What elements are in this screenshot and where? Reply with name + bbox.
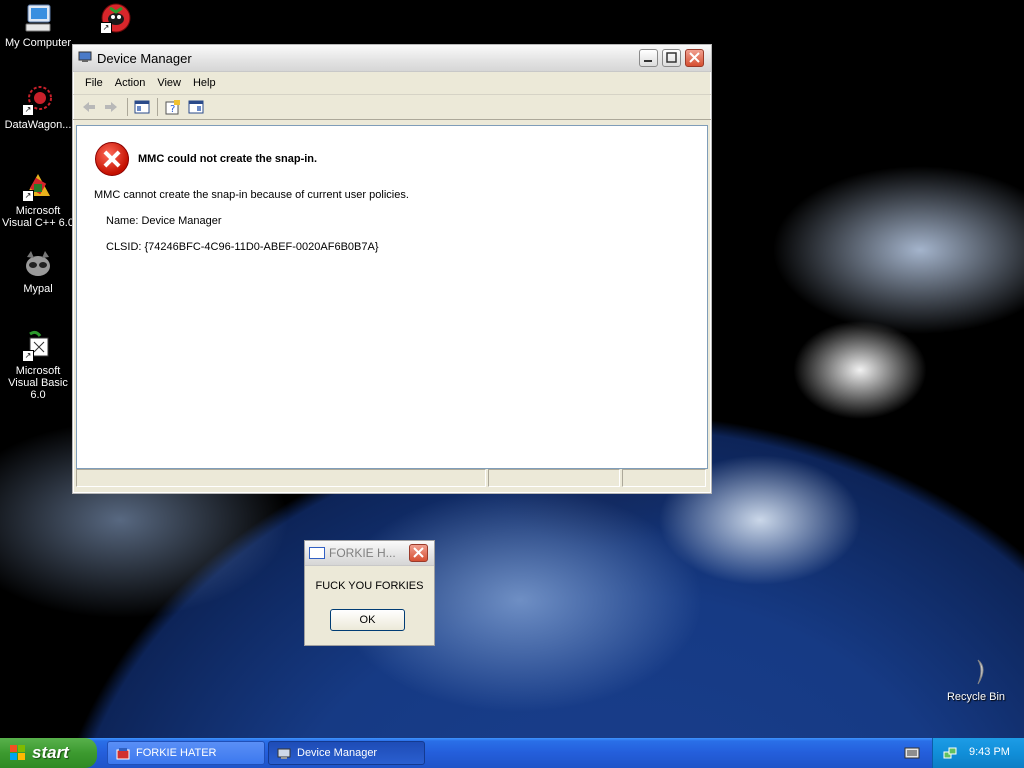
shortcut-arrow-icon: ↗ xyxy=(22,190,34,202)
title-bar[interactable]: Device Manager xyxy=(73,45,711,72)
clock[interactable]: 9:43 PM xyxy=(969,746,1010,758)
shortcut-arrow-icon: ↗ xyxy=(100,22,112,34)
desktop-icon-label: Microsoft Visual Basic 6.0 xyxy=(8,365,68,401)
show-hide-console-tree-button[interactable] xyxy=(134,99,150,115)
status-segment xyxy=(622,469,706,487)
status-segment xyxy=(76,469,486,487)
forward-button[interactable] xyxy=(103,99,119,115)
show-hide-action-pane-button[interactable] xyxy=(188,99,204,115)
device-manager-icon xyxy=(277,747,291,761)
toolbar-separator xyxy=(157,98,158,116)
svg-text:?: ? xyxy=(170,104,175,115)
error-title: MMC could not create the snap-in. xyxy=(138,153,318,165)
help-button[interactable]: ? xyxy=(165,99,181,115)
visual-cpp-icon: ↗ xyxy=(22,170,54,202)
desktop-icon-visual-basic[interactable]: ↗ Microsoft Visual Basic 6.0 xyxy=(0,330,76,401)
back-arrow-icon xyxy=(83,102,95,112)
minimize-button[interactable] xyxy=(639,49,658,67)
language-bar-icon[interactable] xyxy=(904,745,920,761)
taskbar-button-forkie-hater[interactable]: FORKIE HATER xyxy=(107,741,265,765)
desktop-icon-label: DataWagon... xyxy=(4,119,72,131)
device-manager-icon xyxy=(78,51,92,63)
taskbar-button-device-manager[interactable]: Device Manager xyxy=(268,741,425,765)
desktop-icon-datawagon[interactable]: ↗ DataWagon... xyxy=(0,84,76,131)
desktop: My Computer ↗ ↗ DataWagon... ↗ Microsoft… xyxy=(0,0,1024,738)
window-app-icon xyxy=(309,547,325,559)
minimize-icon xyxy=(644,60,652,62)
taskbar: start FORKIE HATER Device Manager 9:43 P… xyxy=(0,738,1024,768)
message-box-text: FUCK YOU FORKIES xyxy=(315,580,424,592)
close-icon xyxy=(689,52,700,63)
system-tray: 9:43 PM xyxy=(932,738,1024,768)
ok-button[interactable]: OK xyxy=(330,609,405,631)
shortcut-arrow-icon: ↗ xyxy=(22,350,34,362)
desktop-icon-visual-cpp[interactable]: ↗ Microsoft Visual C++ 6.0 xyxy=(0,170,76,229)
maximize-icon xyxy=(666,52,677,63)
app-icon-red: ↗ xyxy=(100,2,132,34)
help-icon: ? xyxy=(165,100,180,115)
menu-view[interactable]: View xyxy=(151,72,187,94)
status-segment xyxy=(488,469,620,487)
forkie-hater-app-icon xyxy=(116,747,130,761)
back-button[interactable] xyxy=(81,99,97,115)
desktop-icon-label: Recycle Bin xyxy=(946,691,1006,703)
desktop-icon-my-computer[interactable]: My Computer xyxy=(0,2,76,49)
taskbar-button-label: Device Manager xyxy=(297,747,378,759)
menu-action[interactable]: Action xyxy=(109,72,152,94)
menu-file[interactable]: File xyxy=(79,72,109,94)
desktop-icon-label: My Computer xyxy=(4,37,72,49)
mypal-icon xyxy=(22,248,54,280)
menu-help[interactable]: Help xyxy=(187,72,222,94)
forkie-hater-message-box[interactable]: FORKIE H... FUCK YOU FORKIES OK xyxy=(304,540,435,646)
shortcut-arrow-icon: ↗ xyxy=(22,104,34,116)
close-button[interactable] xyxy=(685,49,704,67)
snap-in-error-pane: MMC could not create the snap-in. MMC ca… xyxy=(76,125,708,469)
windows-logo-icon xyxy=(10,745,26,761)
device-manager-window[interactable]: Device Manager File Action View Help ? M… xyxy=(72,44,712,494)
message-box-title: FORKIE H... xyxy=(329,546,396,560)
forward-arrow-icon xyxy=(105,102,117,112)
snap-in-clsid: CLSID: {74246BFC-4C96-11D0-ABEF-0020AF6B… xyxy=(106,241,379,253)
desktop-icon-label: Microsoft Visual C++ 6.0 xyxy=(2,205,74,229)
desktop-icon-mypal[interactable]: Mypal xyxy=(0,248,76,295)
message-box-title-bar[interactable]: FORKIE H... xyxy=(305,541,434,566)
message-box-close-button[interactable] xyxy=(409,544,428,562)
desktop-icon-red-app[interactable]: ↗ xyxy=(78,2,154,38)
toolbar-separator xyxy=(127,98,128,116)
error-description: MMC cannot create the snap-in because of… xyxy=(94,189,409,201)
console-tree-icon xyxy=(134,100,150,114)
error-icon xyxy=(95,142,129,176)
status-bar xyxy=(76,469,706,489)
action-pane-icon xyxy=(188,100,204,114)
taskbar-button-label: FORKIE HATER xyxy=(136,747,217,759)
menu-bar: File Action View Help xyxy=(73,72,711,95)
toolbar: ? xyxy=(73,95,711,120)
visual-basic-icon: ↗ xyxy=(22,330,54,362)
start-label: start xyxy=(32,743,69,762)
my-computer-icon xyxy=(22,2,54,34)
close-icon xyxy=(413,547,424,558)
start-button[interactable]: start xyxy=(0,738,97,768)
maximize-button[interactable] xyxy=(662,49,681,67)
recycle-bin-icon xyxy=(960,656,992,688)
snap-in-name: Name: Device Manager xyxy=(106,215,222,227)
desktop-icon-recycle-bin[interactable]: Recycle Bin xyxy=(938,656,1014,703)
desktop-icon-label: Mypal xyxy=(23,283,53,295)
network-icon[interactable] xyxy=(943,746,957,760)
datawagon-icon: ↗ xyxy=(22,84,54,116)
window-title: Device Manager xyxy=(97,51,192,66)
